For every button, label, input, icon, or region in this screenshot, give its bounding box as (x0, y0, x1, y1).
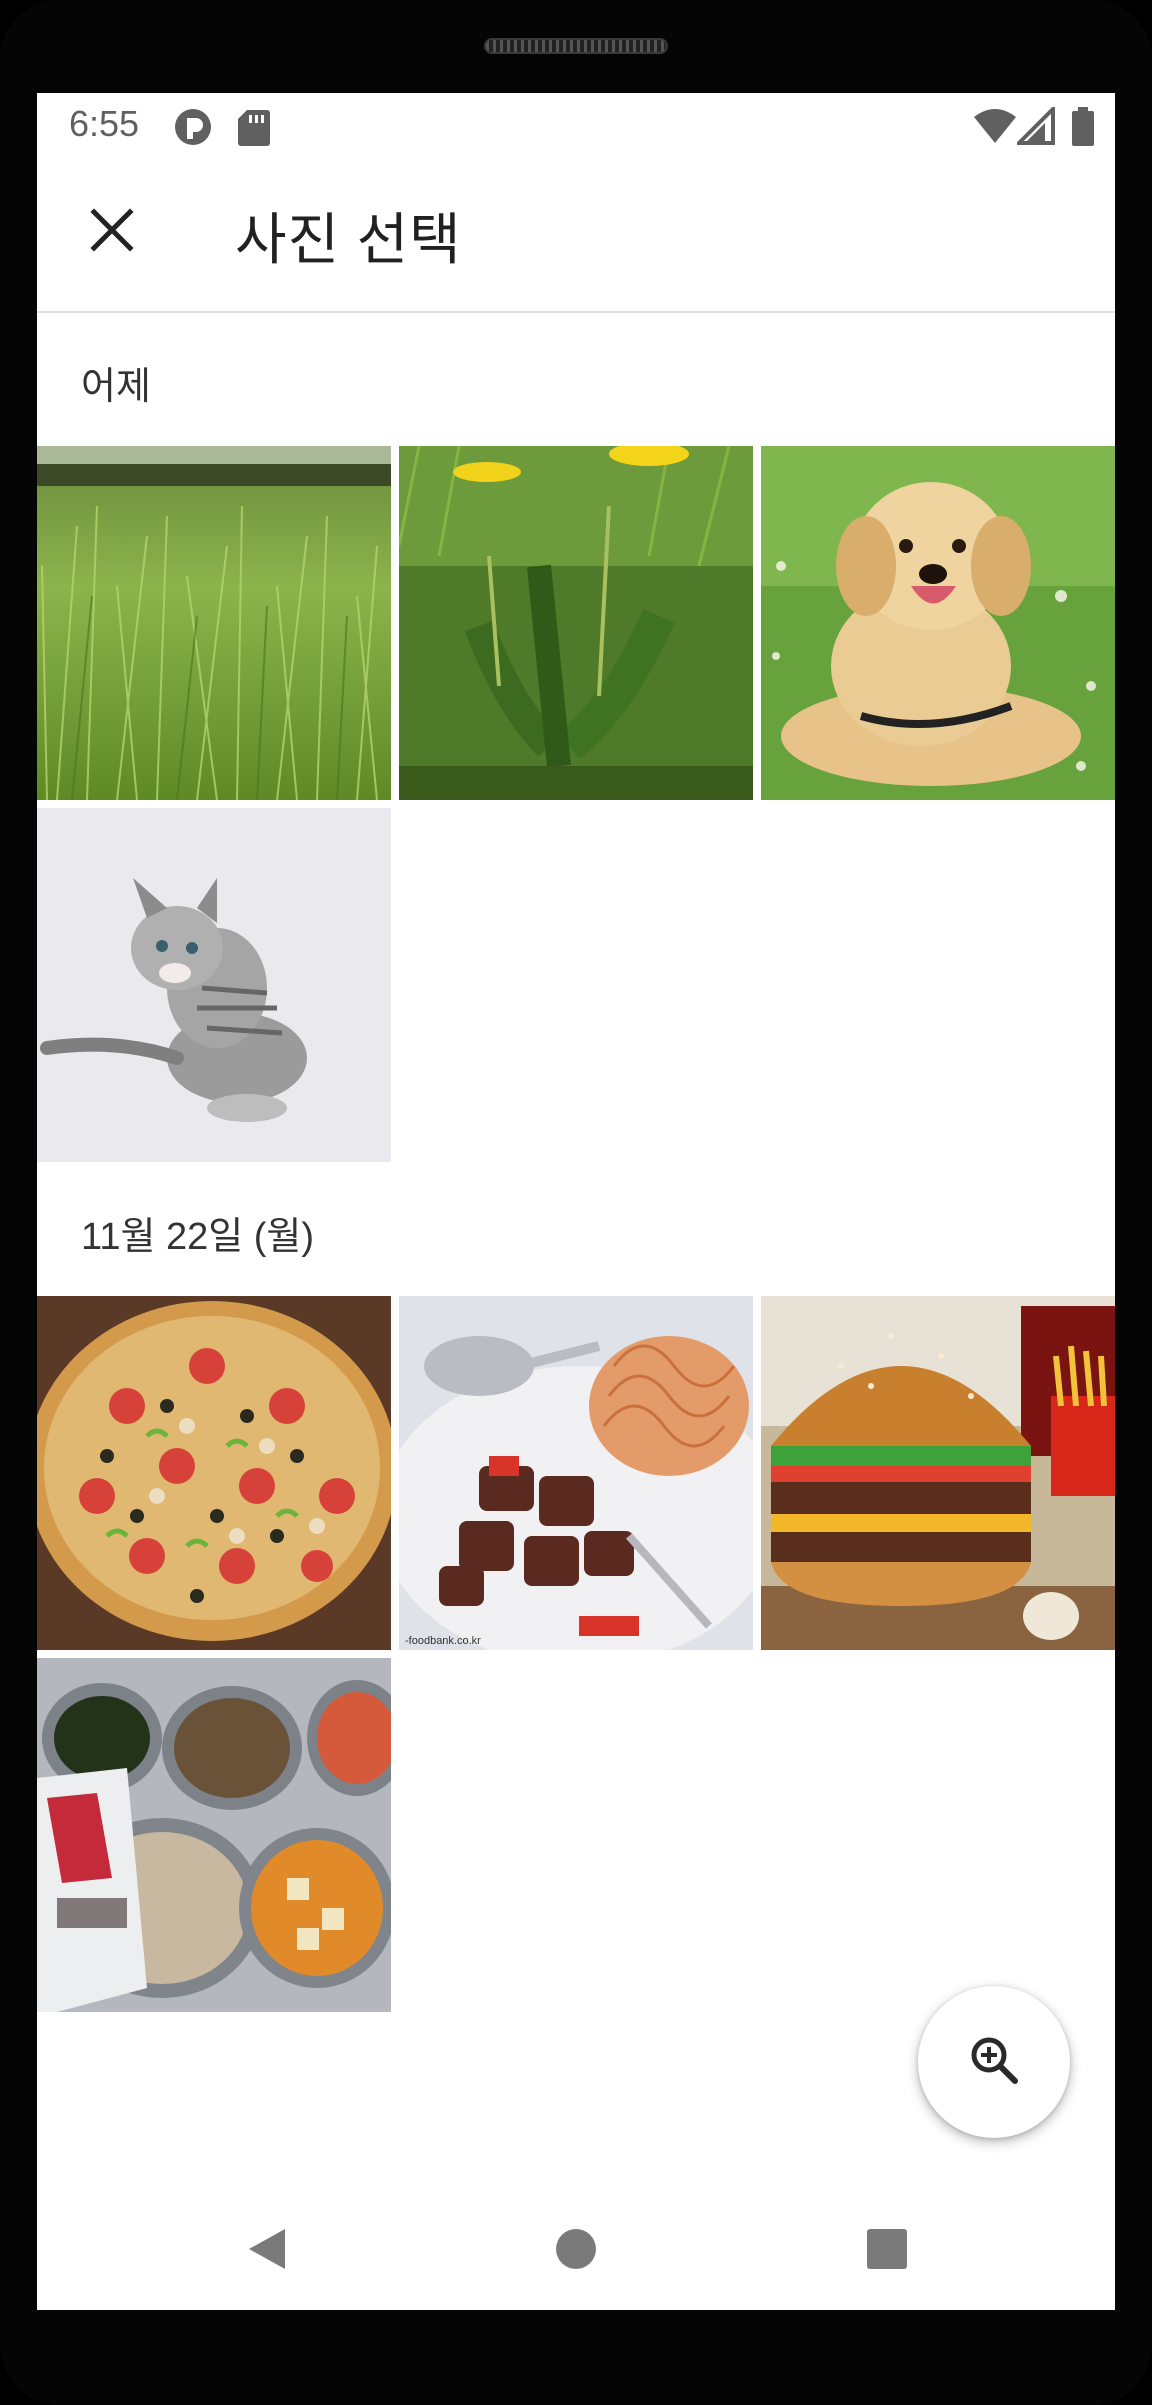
zoom-in-icon (967, 2033, 1021, 2092)
photo-dandelion[interactable] (399, 446, 753, 800)
close-icon (90, 207, 134, 257)
notification-app-icon (173, 107, 213, 152)
status-time: 6:55 (69, 103, 140, 144)
zoom-fab-button[interactable] (918, 1986, 1070, 2138)
photo-grass[interactable] (37, 446, 391, 800)
watermark-text: -foodbank.co.kr (405, 1635, 481, 1647)
page-title: 사진 선택 (235, 208, 462, 271)
photo-school-lunch-tray[interactable] (37, 1658, 391, 2012)
nav-back-button[interactable] (237, 2221, 297, 2281)
photo-kitten[interactable] (37, 808, 391, 1162)
photo-pizza[interactable] (37, 1296, 391, 1650)
wifi-icon (973, 107, 1017, 150)
system-nav-bar (37, 2183, 1115, 2310)
section-header-nov22: 11월 22일 (월) (81, 1216, 315, 1258)
battery-icon (1071, 107, 1095, 152)
cell-signal-icon (1014, 104, 1057, 150)
photo-golden-retriever[interactable] (761, 446, 1115, 800)
home-icon (554, 2227, 598, 2276)
device-frame: 6:55 사진 선택 어제 11월 22일 (월) -foodbank.co.k… (0, 0, 1152, 2405)
section-header-yesterday: 어제 (81, 366, 151, 408)
nav-home-button[interactable] (546, 2221, 606, 2281)
recents-icon (865, 2227, 909, 2276)
app-bar: 사진 선택 (37, 159, 1115, 313)
earpiece-speaker (484, 38, 668, 54)
status-bar: 6:55 (37, 93, 1115, 159)
photo-burger[interactable] (761, 1296, 1115, 1650)
sd-card-icon (237, 107, 271, 152)
photo-steak-pasta[interactable]: -foodbank.co.kr (399, 1296, 753, 1650)
close-button[interactable] (77, 197, 147, 267)
phone-screen: 6:55 사진 선택 어제 11월 22일 (월) -foodbank.co.k… (37, 93, 1115, 2310)
nav-recents-button[interactable] (857, 2221, 917, 2281)
back-icon (245, 2225, 289, 2278)
